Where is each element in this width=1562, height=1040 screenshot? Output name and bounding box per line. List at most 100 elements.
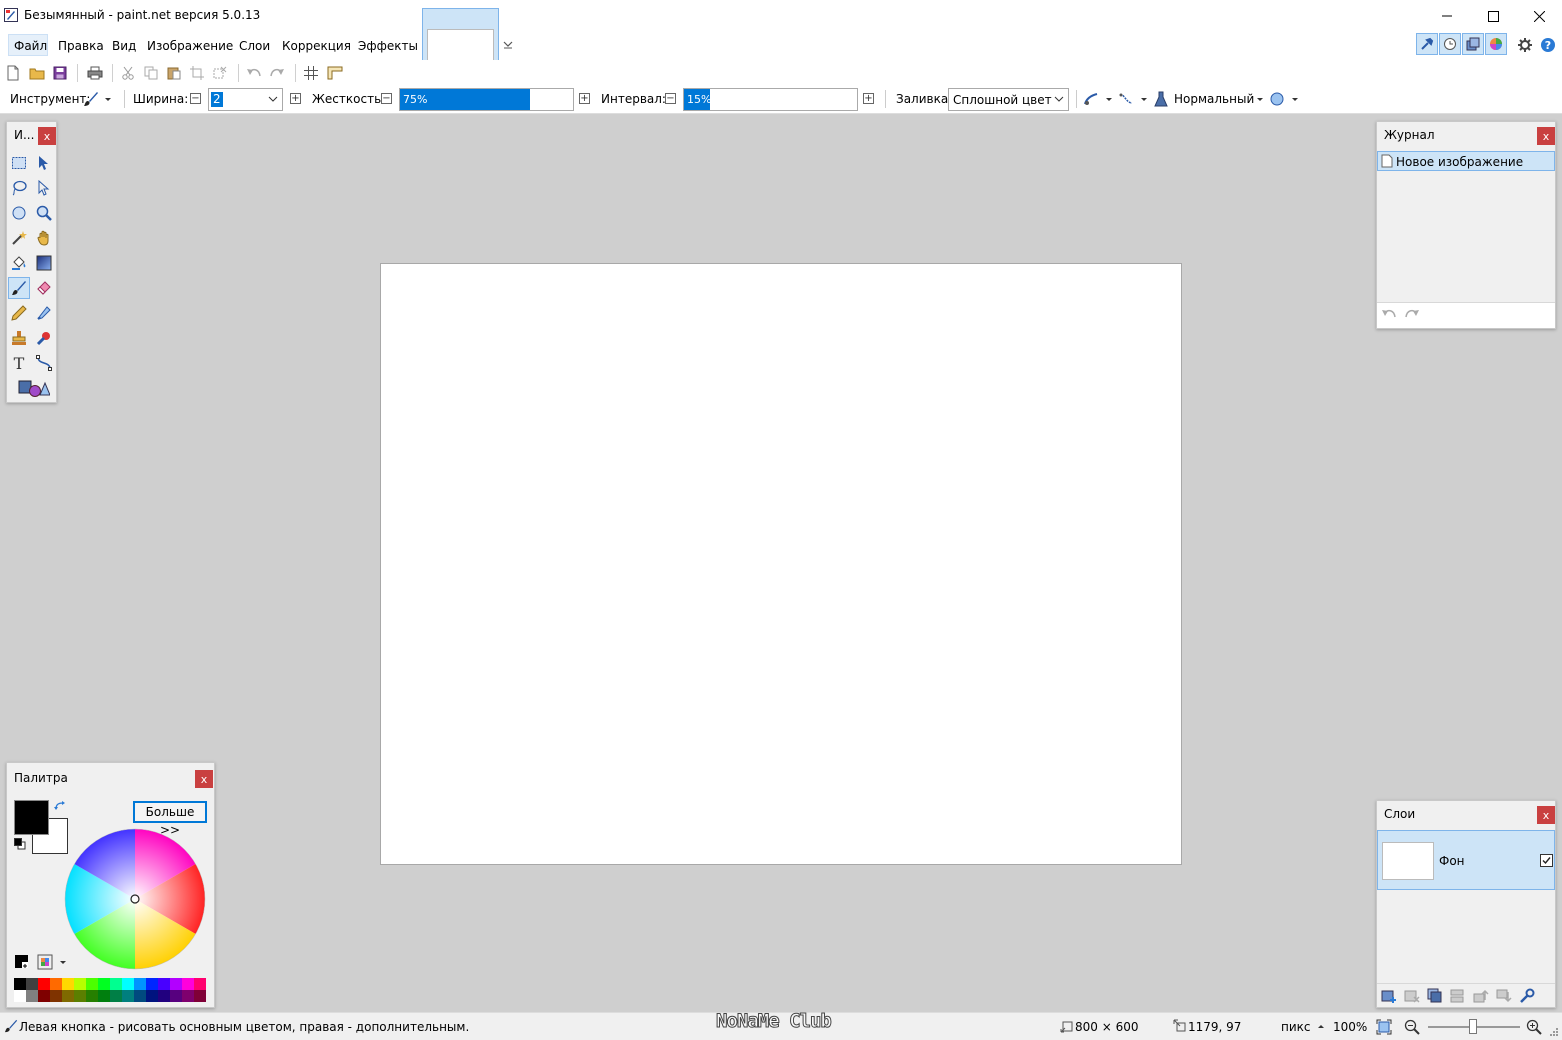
add-layer-icon[interactable] <box>1381 988 1397 1004</box>
units-dropdown-arrow-icon[interactable] <box>1316 1022 1326 1032</box>
primary-color-swatch[interactable] <box>14 800 49 835</box>
palette-swatch[interactable] <box>98 978 110 990</box>
close-window-button[interactable] <box>1516 0 1562 32</box>
palette-swatch[interactable] <box>110 978 122 990</box>
color-picker-tool-icon[interactable] <box>33 302 55 324</box>
blend-mode-dropdown-icon[interactable] <box>1255 94 1265 104</box>
open-folder-icon[interactable] <box>28 64 46 82</box>
palette-swatch[interactable] <box>14 978 26 990</box>
width-increase-button[interactable]: + <box>290 93 301 104</box>
move-selection-tool-icon[interactable] <box>33 177 55 199</box>
menu-edit[interactable]: Правка <box>58 38 104 54</box>
zoom-to-window-icon[interactable] <box>1376 1019 1392 1035</box>
delete-layer-icon[interactable] <box>1404 988 1420 1004</box>
undo-icon[interactable] <box>245 64 263 82</box>
palette-swatch[interactable] <box>14 990 26 1002</box>
deselect-icon[interactable] <box>211 64 229 82</box>
paintbrush-icon[interactable] <box>83 91 99 107</box>
menu-image[interactable]: Изображение <box>147 38 233 54</box>
palette-swatch[interactable] <box>146 990 158 1002</box>
palette-menu-icon[interactable] <box>37 954 53 970</box>
resize-grip-icon[interactable] <box>1548 1026 1558 1036</box>
palette-swatch[interactable] <box>26 990 38 1002</box>
blending-icon[interactable] <box>1118 91 1134 107</box>
palette-dropdown-arrow-icon[interactable] <box>58 958 68 968</box>
palette-swatch[interactable] <box>74 990 86 1002</box>
pan-tool-icon[interactable] <box>33 227 55 249</box>
zoom-slider-thumb[interactable] <box>1469 1019 1477 1034</box>
tool-dropdown-arrow-icon[interactable] <box>103 94 113 104</box>
zoom-value[interactable]: 100% <box>1333 1020 1367 1034</box>
palette-swatch[interactable] <box>74 978 86 990</box>
ruler-icon[interactable] <box>326 64 344 82</box>
cut-icon[interactable] <box>119 64 137 82</box>
interval-increase-button[interactable]: + <box>863 93 874 104</box>
interval-slider[interactable]: 15% <box>683 88 858 111</box>
palette-swatch[interactable] <box>158 978 170 990</box>
close-icon[interactable]: x <box>38 127 56 145</box>
palette-swatch[interactable] <box>134 978 146 990</box>
print-icon[interactable] <box>86 64 104 82</box>
gradient-tool-icon[interactable] <box>33 252 55 274</box>
magic-wand-tool-icon[interactable] <box>8 227 30 249</box>
crop-icon[interactable] <box>188 64 206 82</box>
palette-swatch[interactable] <box>122 978 134 990</box>
new-file-icon[interactable] <box>4 64 22 82</box>
history-item[interactable]: Новое изображение <box>1377 151 1555 171</box>
zoom-out-icon[interactable] <box>1404 1019 1420 1035</box>
redo-icon[interactable] <box>268 64 286 82</box>
layer-properties-icon[interactable] <box>1519 988 1535 1004</box>
palette-swatch[interactable] <box>170 978 182 990</box>
palette-swatch[interactable] <box>182 978 194 990</box>
copy-icon[interactable] <box>142 64 160 82</box>
palette-swatch[interactable] <box>194 990 206 1002</box>
lasso-select-tool-icon[interactable] <box>8 177 30 199</box>
blend-mode-value[interactable]: Нормальный <box>1174 92 1254 106</box>
palette-swatch[interactable] <box>62 990 74 1002</box>
hardness-increase-button[interactable]: + <box>579 93 590 104</box>
paintbrush-tool-icon[interactable] <box>8 277 30 299</box>
zoom-in-icon[interactable] <box>1526 1019 1542 1035</box>
close-icon[interactable]: x <box>1537 127 1555 145</box>
close-icon[interactable]: x <box>1537 806 1555 824</box>
paste-icon[interactable] <box>165 64 183 82</box>
eraser-tool-icon[interactable] <box>33 277 55 299</box>
layers-panel-toggle[interactable] <box>1462 33 1484 55</box>
menu-effects[interactable]: Эффекты <box>358 38 418 54</box>
swap-colors-icon[interactable] <box>54 801 66 813</box>
ellipse-select-tool-icon[interactable] <box>8 202 30 224</box>
redo-icon[interactable] <box>1404 308 1420 322</box>
width-combobox[interactable]: 2 <box>208 88 283 111</box>
rectangle-select-tool-icon[interactable] <box>8 152 30 174</box>
color-wheel[interactable] <box>64 828 206 970</box>
layer-row[interactable]: Фон <box>1377 830 1555 890</box>
palette-panel-toggle[interactable] <box>1485 33 1507 55</box>
palette-swatch[interactable] <box>122 990 134 1002</box>
reset-colors-icon[interactable] <box>14 838 26 850</box>
menu-layers[interactable]: Слои <box>239 38 270 54</box>
undo-icon[interactable] <box>1381 308 1397 322</box>
palette-color-mode-icon[interactable] <box>14 954 30 970</box>
antialiasing-icon[interactable] <box>1083 91 1099 107</box>
layer-visibility-checkbox[interactable] <box>1540 854 1553 867</box>
palette-swatch[interactable] <box>182 990 194 1002</box>
line-curve-tool-icon[interactable] <box>33 352 55 374</box>
zoom-tool-icon[interactable] <box>33 202 55 224</box>
maximize-button[interactable] <box>1470 0 1516 32</box>
move-layer-down-icon[interactable] <box>1496 988 1512 1004</box>
palette-swatch[interactable] <box>170 990 182 1002</box>
menu-view[interactable]: Вид <box>112 38 136 54</box>
width-decrease-button[interactable]: − <box>190 93 201 104</box>
help-icon[interactable]: ? <box>1540 37 1556 53</box>
chevron-down-icon[interactable] <box>502 38 514 52</box>
gear-icon[interactable] <box>1517 37 1533 53</box>
hardness-slider[interactable]: 75% <box>399 88 574 111</box>
minimize-button[interactable] <box>1424 0 1470 32</box>
close-icon[interactable]: x <box>195 770 213 788</box>
selection-mode-dropdown-icon[interactable] <box>1290 94 1300 104</box>
image-canvas[interactable] <box>380 263 1182 865</box>
menu-adjustments[interactable]: Коррекция <box>282 38 351 54</box>
paint-bucket-tool-icon[interactable] <box>8 252 30 274</box>
selection-mode-icon[interactable] <box>1269 91 1285 107</box>
move-selected-pixels-tool-icon[interactable] <box>33 152 55 174</box>
